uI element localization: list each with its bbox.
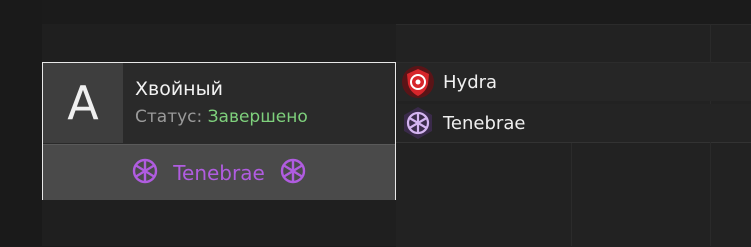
divider bbox=[571, 143, 572, 246]
status-value: Завершено bbox=[207, 107, 308, 127]
winner-bar[interactable]: Tenebrae bbox=[43, 144, 395, 200]
left-strip bbox=[0, 0, 43, 246]
tenebrae-emblem-icon bbox=[131, 157, 159, 189]
winner-name: Tenebrae bbox=[173, 160, 265, 185]
team-name: Hydra bbox=[443, 71, 498, 93]
status-label: Статус: bbox=[135, 107, 208, 127]
tenebrae-emblem-icon bbox=[279, 157, 307, 189]
team-row-tenebrae[interactable]: Tenebrae bbox=[397, 104, 751, 142]
hydra-shield-icon bbox=[399, 63, 437, 101]
avatar: A bbox=[43, 63, 123, 143]
top-band bbox=[42, 0, 751, 24]
match-card[interactable]: A Хвойный Статус: Завершено Tenebrae bbox=[42, 62, 396, 200]
team-name: Хвойный bbox=[135, 78, 223, 100]
team-name: Tenebrae bbox=[443, 112, 526, 134]
team-row-hydra[interactable]: Hydra bbox=[397, 63, 751, 101]
status-line: Статус: Завершено bbox=[135, 107, 308, 127]
divider bbox=[396, 142, 751, 143]
tenebrae-emblem-icon bbox=[399, 104, 437, 142]
